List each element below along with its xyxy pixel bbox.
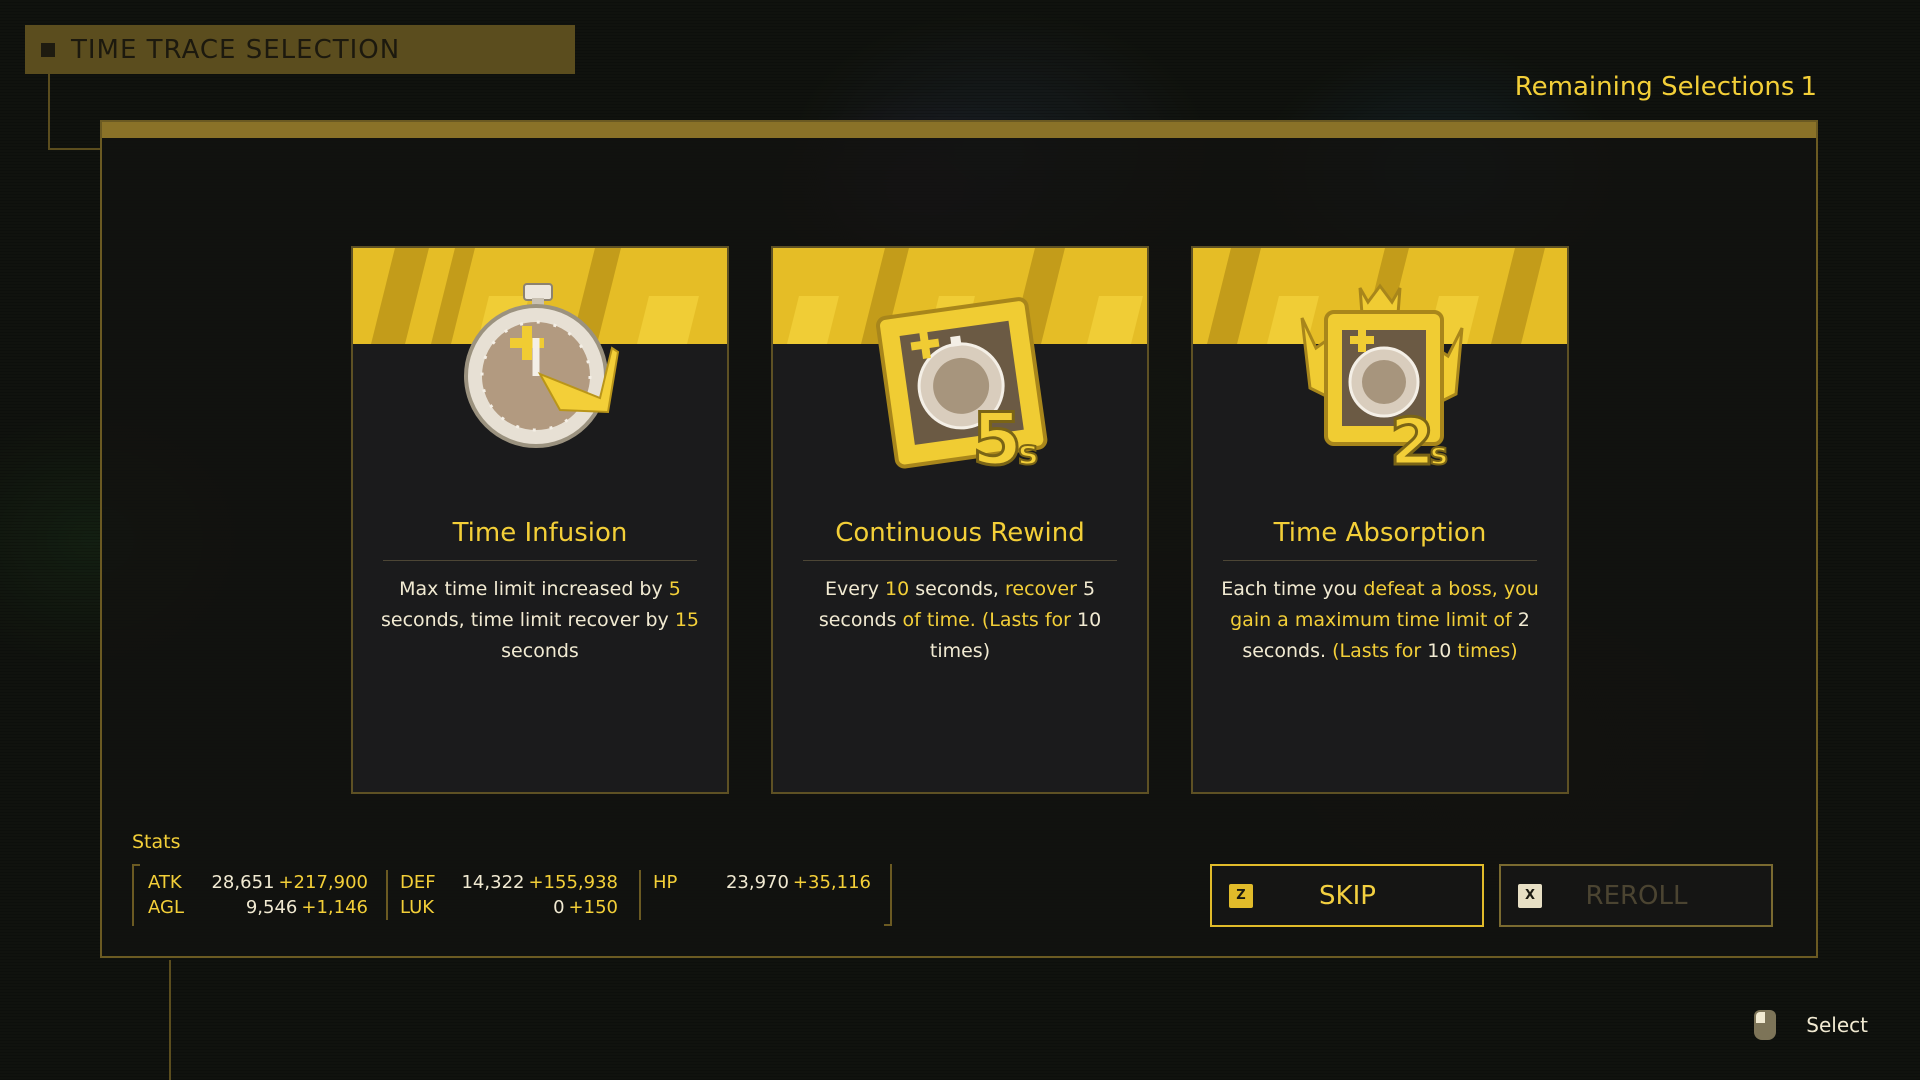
mouse-icon: [1754, 1010, 1777, 1040]
card-description-segment: of time. (Lasts for: [902, 609, 1077, 631]
header-connector-line: [48, 148, 100, 150]
card-divider: [1223, 560, 1537, 561]
stat-value: 0 +150: [553, 897, 618, 918]
header-connector-line: [48, 74, 50, 150]
stat-label: LUK: [400, 897, 435, 918]
card-description-segment: 5: [1082, 578, 1096, 600]
card-description-segment: 10: [1076, 609, 1102, 631]
card-description-segment: times): [1451, 640, 1518, 662]
select-hint: Select: [1754, 1010, 1868, 1040]
footer-connector-line: [169, 960, 171, 1080]
card-description-segment: Each time you: [1221, 578, 1364, 600]
card-title: Continuous Rewind: [835, 518, 1085, 548]
x-key-icon: X: [1518, 883, 1542, 908]
stats-separator: [386, 870, 388, 920]
reroll-button[interactable]: X REROLL: [1499, 864, 1773, 927]
stopwatch-icon: [464, 283, 620, 448]
card-description-segment: seconds.: [1242, 640, 1333, 662]
card-description-segment: recover: [1004, 578, 1083, 600]
card-divider: [383, 560, 697, 561]
stat-label: AGL: [148, 897, 184, 918]
card-description-segment: Max time limit increased by: [399, 578, 669, 600]
card-title: Time Absorption: [1273, 518, 1487, 548]
card-description: Every 10 seconds, recover 5 seconds of t…: [799, 574, 1121, 667]
svg-text:s: s: [1018, 433, 1038, 473]
select-hint-label: Select: [1806, 1013, 1868, 1037]
stat-label: HP: [653, 872, 678, 893]
z-key-icon: Z: [1229, 883, 1253, 908]
header-tab: TIME TRACE SELECTION: [25, 25, 575, 74]
card-time-infusion[interactable]: Time Infusion Max time limit increased b…: [351, 246, 729, 794]
card-description-segment: 10: [1427, 640, 1452, 662]
stats-separator: [639, 870, 641, 920]
stats-box: ATK 28,651 +217,900 AGL 9,546 +1,146 DEF 1…: [132, 864, 892, 926]
card-description-segment: 2: [1517, 609, 1530, 631]
card-description-segment: 5: [668, 578, 681, 600]
card-description-segment: seconds: [818, 609, 903, 631]
stat-atk: ATK 28,651 +217,900: [148, 871, 368, 895]
stat-label: DEF: [400, 872, 436, 893]
card-description-segment: Every: [824, 578, 886, 600]
stat-agl: AGL 9,546 +1,146: [148, 896, 368, 920]
svg-text:2: 2: [1390, 406, 1435, 478]
stat-value: 28,651 +217,900: [211, 872, 368, 893]
page-title: TIME TRACE SELECTION: [71, 34, 401, 65]
header-square-icon: [41, 42, 55, 57]
stat-hp: HP 23,970 +35,116: [653, 871, 871, 895]
card-title: Time Infusion: [452, 518, 628, 548]
stat-def: DEF 14,322 +155,938: [400, 871, 618, 895]
remaining-selections-label: Remaining Selections: [1514, 72, 1795, 102]
stat-label: ATK: [148, 872, 182, 893]
card-divider: [803, 560, 1117, 561]
svg-text:5: 5: [972, 397, 1022, 478]
card-time-absorption[interactable]: 2 s Time Absorption Each time you defeat…: [1191, 246, 1569, 794]
remaining-selections-count: 1: [1800, 72, 1817, 102]
card-description-segment: seconds, time limit recover by: [380, 609, 675, 631]
card-description-segment: 10: [885, 578, 910, 600]
card-description-segment: seconds: [501, 640, 579, 662]
card-description-segment: times): [929, 640, 991, 662]
stat-luk: LUK 0 +150: [400, 896, 618, 920]
winged-frame-icon: 2 s: [1300, 283, 1464, 478]
svg-text:s: s: [1430, 437, 1448, 472]
reroll-button-label: REROLL: [1585, 880, 1688, 911]
card-description-segment: (Lasts for: [1332, 640, 1428, 662]
stat-value: 14,322 +155,938: [461, 872, 618, 893]
rewind-frame-icon: 5 s: [876, 297, 1048, 478]
panel-top-bar: [102, 122, 1816, 138]
skip-button[interactable]: Z SKIP: [1210, 864, 1484, 927]
remaining-selections: Remaining Selections 1: [1515, 72, 1817, 102]
skip-button-label: SKIP: [1319, 880, 1376, 911]
card-description-segment: seconds,: [909, 578, 1005, 600]
stat-value: 9,546 +1,146: [245, 897, 368, 918]
card-continuous-rewind[interactable]: 5 s Continuous Rewind Every 10 seconds, …: [771, 246, 1149, 794]
stats-label: Stats: [132, 831, 181, 853]
stat-value: 23,970 +35,116: [725, 872, 871, 893]
card-description: Max time limit increased by 5 seconds, t…: [379, 574, 701, 667]
card-description: Each time you defeat a boss, you gain a …: [1219, 574, 1541, 667]
card-description-segment: 15: [674, 609, 699, 631]
